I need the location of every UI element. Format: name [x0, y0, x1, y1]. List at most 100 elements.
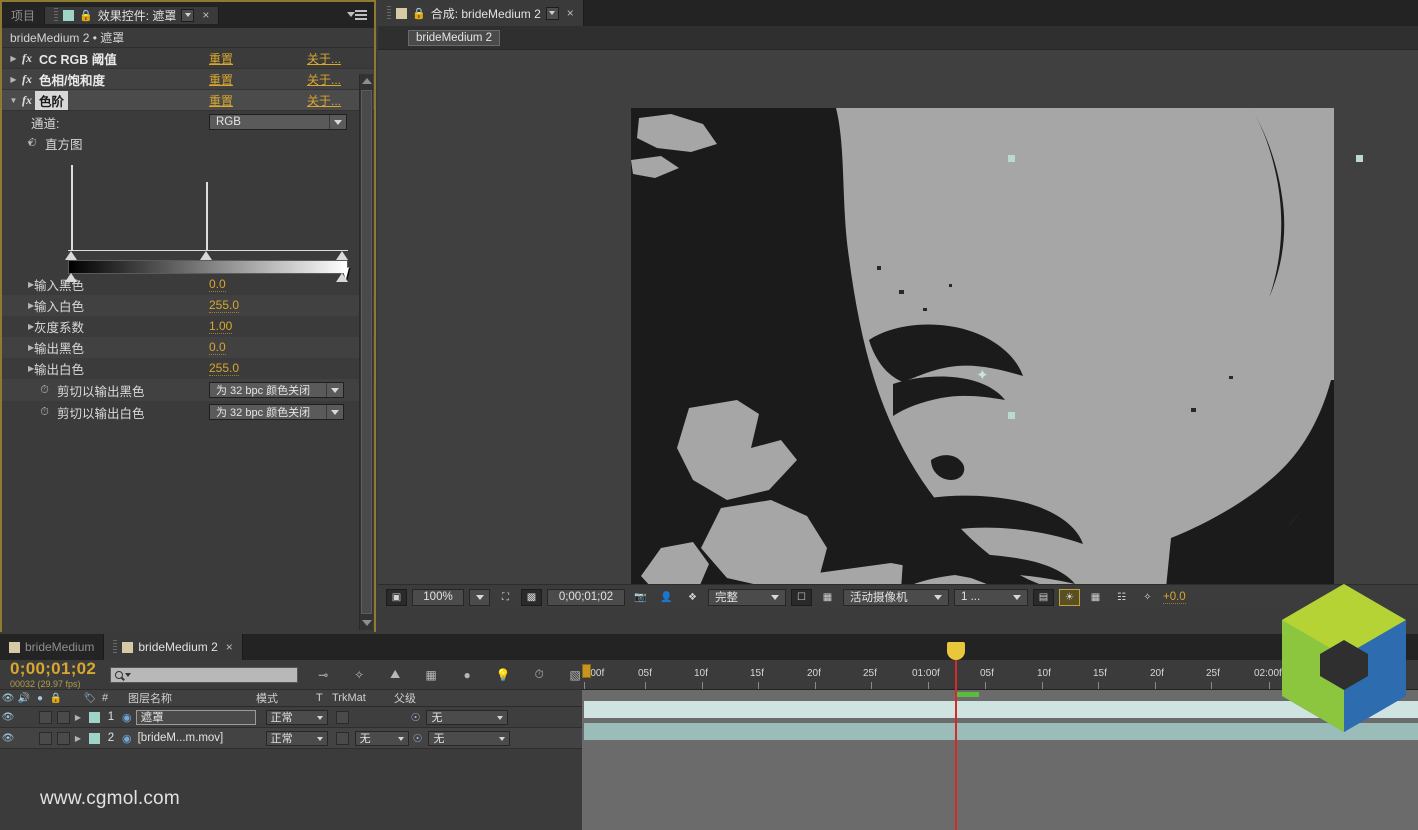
- hide-shy-layers-icon[interactable]: ⛰: [384, 666, 406, 684]
- region-of-interest-icon[interactable]: ▩: [521, 589, 542, 606]
- solo-toggle[interactable]: [39, 711, 52, 724]
- about-link[interactable]: 关于...: [307, 71, 341, 88]
- search-input[interactable]: [110, 667, 298, 683]
- chevron-down-icon[interactable]: [311, 732, 323, 744]
- chevron-down-icon[interactable]: [326, 405, 343, 419]
- gamma-handle[interactable]: [200, 251, 212, 260]
- disclosure-triangle-icon[interactable]: ▶: [8, 364, 28, 373]
- effect-row-levels[interactable]: ▼ fx 色阶 重置 关于...: [2, 90, 374, 111]
- histogram-widget[interactable]: [2, 154, 374, 274]
- selection-handle-ml[interactable]: [1008, 412, 1015, 419]
- param-row-clip-output-white[interactable]: ⏱ 剪切以输出白色 为 32 bpc 颜色关闭: [2, 401, 374, 423]
- chevron-down-icon[interactable]: [1004, 591, 1021, 603]
- about-link[interactable]: 关于...: [307, 50, 341, 67]
- pixel-aspect-icon[interactable]: ▤: [1033, 589, 1054, 606]
- channel-rgb-icon[interactable]: ❖: [682, 589, 703, 606]
- disclosure-triangle-icon[interactable]: ▶: [70, 734, 86, 743]
- tab-project[interactable]: 项目: [2, 7, 45, 24]
- param-row-output-white[interactable]: ▶ 输出白色 255.0: [2, 358, 374, 379]
- exposure-value[interactable]: +0.0: [1163, 591, 1186, 604]
- stopwatch-icon[interactable]: ⏱: [38, 406, 51, 419]
- disclosure-triangle-icon[interactable]: ▶: [8, 75, 19, 84]
- playhead-handle[interactable]: [947, 642, 965, 660]
- tab-bridemedium[interactable]: brideMedium: [0, 634, 104, 660]
- table-row[interactable]: 👁 ▶ 2 ◉ [brideM...m.mov] 正常 无 ☉ 无: [0, 728, 582, 749]
- composition-viewer[interactable]: ✦ ▣ 100% ⛶ ▩ 0;00;01;02 📷 👤 ❖ 完整: [378, 50, 1418, 609]
- parent-select[interactable]: 无: [426, 710, 508, 725]
- scroll-down-arrow-icon[interactable]: [360, 616, 373, 630]
- always-preview-icon[interactable]: ▣: [386, 589, 407, 606]
- param-row-clip-output-black[interactable]: ⏱ 剪切以输出黑色 为 32 bpc 颜色关闭: [2, 379, 374, 401]
- scrollbar-thumb[interactable]: [361, 90, 372, 614]
- zoom-dropdown-icon[interactable]: [469, 589, 490, 606]
- preserve-transparency-toggle[interactable]: [336, 711, 349, 724]
- chevron-down-icon[interactable]: [181, 9, 194, 22]
- table-row[interactable]: 👁 ▶ 1 ◉ 遮罩 正常 ☉ 无: [0, 707, 582, 728]
- track-row-layer-1[interactable]: [582, 699, 1418, 720]
- current-time-display[interactable]: 0;00;01;02 00032 (29.97 fps): [10, 660, 96, 689]
- parent-select[interactable]: 无: [428, 731, 510, 746]
- reset-link[interactable]: 重置: [209, 71, 233, 88]
- disclosure-triangle-icon[interactable]: ▼: [8, 139, 26, 148]
- track-row-layer-2[interactable]: [582, 721, 1418, 742]
- chevron-down-icon[interactable]: [329, 115, 346, 129]
- param-value[interactable]: 0.0: [209, 277, 226, 292]
- param-value[interactable]: 1.00: [209, 319, 232, 334]
- stopwatch-icon[interactable]: ⏱: [26, 137, 39, 150]
- close-icon[interactable]: ×: [199, 8, 209, 22]
- zoom-level-value[interactable]: 100%: [412, 589, 464, 606]
- effect-controls-scrollbar[interactable]: [359, 74, 373, 630]
- region-toggle-icon[interactable]: ☐: [791, 589, 812, 606]
- time-ruler[interactable]: 0:00f 05f 10f 15f 20f 25f 01:00f 05f 10f…: [582, 664, 1418, 690]
- input-white-handle[interactable]: [336, 251, 348, 260]
- param-row-gamma[interactable]: ▶ 灰度系数 1.00: [2, 316, 374, 337]
- output-gradient-bar[interactable]: [68, 260, 348, 274]
- levels-graph[interactable]: [68, 164, 348, 274]
- composition-chip[interactable]: brideMedium 2: [408, 30, 500, 46]
- selection-handle-tm[interactable]: [1356, 155, 1363, 162]
- disclosure-triangle-icon[interactable]: ▼: [8, 96, 19, 105]
- about-link[interactable]: 关于...: [307, 92, 341, 109]
- motion-blur-icon[interactable]: ●: [456, 666, 478, 684]
- disclosure-triangle-icon[interactable]: ▶: [70, 713, 86, 722]
- lock-toggle[interactable]: [57, 711, 70, 724]
- panel-menu-button[interactable]: [346, 2, 374, 28]
- timeline-jump-icon[interactable]: ▦: [1085, 589, 1106, 606]
- grid-guides-icon[interactable]: ⛶: [495, 589, 516, 606]
- preserve-transparency-toggle[interactable]: [336, 732, 349, 745]
- disclosure-triangle-icon[interactable]: ▶: [8, 322, 28, 331]
- video-switch-icon[interactable]: 👁: [0, 733, 16, 744]
- frame-blending-icon[interactable]: ▦: [420, 666, 442, 684]
- effect-row-cc-rgb-threshold[interactable]: ▶ fx CC RGB 阈值 重置 关于...: [2, 48, 374, 69]
- auto-keyframe-icon[interactable]: ⏱: [528, 666, 550, 684]
- fast-previews-icon[interactable]: ☀: [1059, 589, 1080, 606]
- anchor-point-icon[interactable]: ✦: [976, 366, 989, 384]
- param-row-input-white[interactable]: ▶ 输入白色 255.0: [2, 295, 374, 316]
- views-select[interactable]: 1 ...: [954, 589, 1028, 606]
- disclosure-triangle-icon[interactable]: ▶: [8, 54, 19, 63]
- tab-bridemedium-2[interactable]: brideMedium 2 ×: [104, 634, 242, 660]
- chevron-down-icon[interactable]: [311, 711, 323, 723]
- show-snapshot-icon[interactable]: 👤: [656, 589, 677, 606]
- work-area-start-marker[interactable]: [582, 664, 591, 678]
- video-switch-icon[interactable]: 👁: [0, 712, 16, 723]
- layer-bar[interactable]: [584, 701, 1418, 718]
- composition-canvas[interactable]: ✦: [631, 108, 1334, 601]
- draft-3d-icon[interactable]: ✧: [348, 666, 370, 684]
- input-black-handle[interactable]: [65, 251, 77, 260]
- chevron-down-icon[interactable]: [125, 673, 131, 677]
- camera-select[interactable]: 活动摄像机: [843, 589, 949, 606]
- lock-icon[interactable]: 🔒: [79, 9, 93, 22]
- close-icon[interactable]: ×: [223, 640, 233, 654]
- param-value[interactable]: 0.0: [209, 340, 226, 355]
- snapshot-camera-icon[interactable]: 📷: [630, 589, 651, 606]
- layer-tracks[interactable]: [582, 690, 1418, 830]
- layer-label-color[interactable]: [89, 733, 100, 744]
- reset-link[interactable]: 重置: [209, 92, 233, 109]
- chevron-down-icon[interactable]: [493, 732, 505, 744]
- tab-effect-controls[interactable]: 🔒 效果控件: 遮罩 ×: [45, 7, 219, 24]
- tab-grip-icon[interactable]: [54, 8, 58, 22]
- lock-icon[interactable]: 🔒: [412, 7, 426, 20]
- chevron-down-icon[interactable]: [491, 711, 503, 723]
- close-icon[interactable]: ×: [564, 6, 574, 20]
